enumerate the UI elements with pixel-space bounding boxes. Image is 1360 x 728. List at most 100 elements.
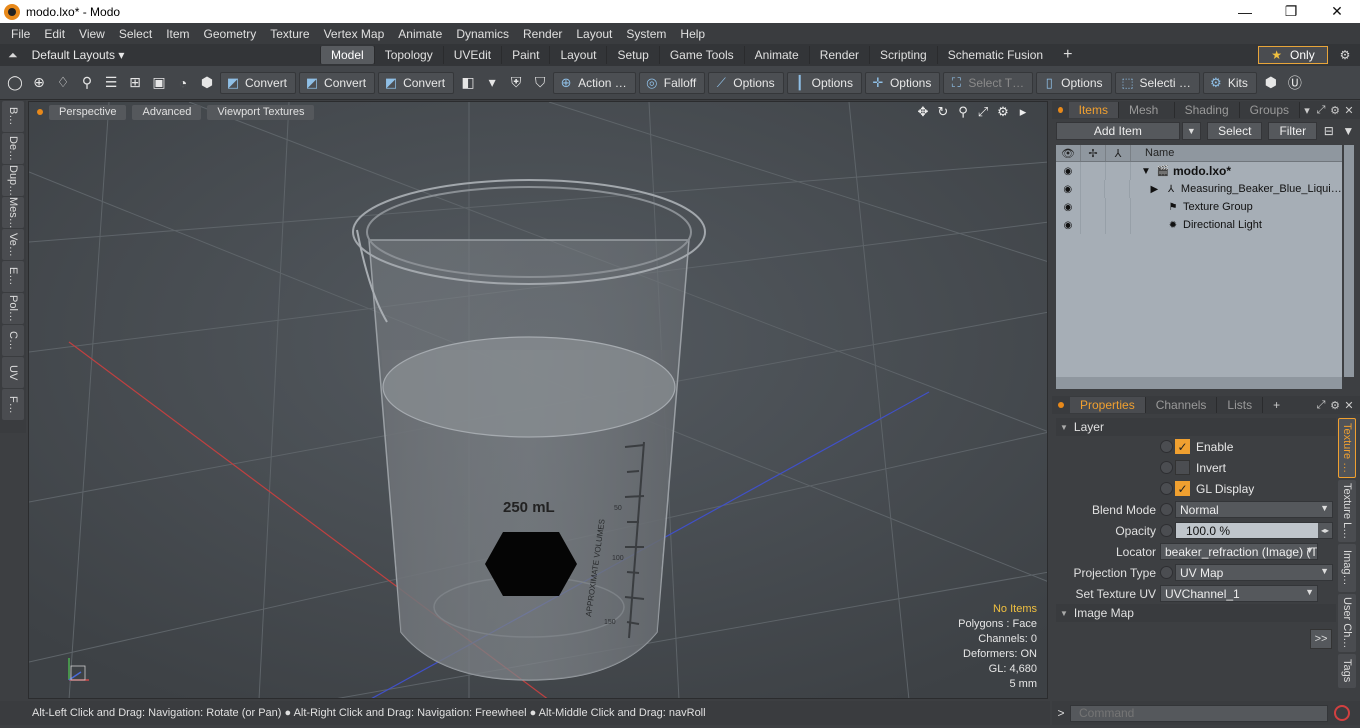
tab-schematic-fusion[interactable]: Schematic Fusion bbox=[936, 46, 1053, 64]
center-icon[interactable]: ⊞ bbox=[124, 72, 146, 94]
left-tab-polygon[interactable]: Pol… bbox=[2, 293, 24, 324]
gl-display-checkbox[interactable]: ✓ bbox=[1175, 481, 1190, 496]
action-button[interactable]: ⊕ Action … bbox=[553, 71, 636, 94]
items-panel-menu-dot[interactable] bbox=[1058, 107, 1063, 113]
gear-icon[interactable]: ⚙ bbox=[1334, 48, 1356, 62]
options-button-3[interactable]: ✛ Options bbox=[864, 71, 941, 94]
left-tab-fusion[interactable]: F… bbox=[2, 389, 24, 420]
tree-row-scene[interactable]: ◉ ▼ 🎬 modo.lxo* bbox=[1056, 162, 1342, 180]
menu-system[interactable]: System bbox=[619, 27, 673, 41]
add-tab-icon[interactable]: + bbox=[1063, 46, 1072, 64]
lock-column-icon[interactable]: ✢ bbox=[1081, 145, 1106, 161]
tab-items[interactable]: Items bbox=[1068, 102, 1119, 118]
options-button-4[interactable]: ▯ Options bbox=[1036, 71, 1112, 94]
side-tab-tags[interactable]: Tags bbox=[1338, 654, 1356, 688]
visibility-column-icon[interactable]: 👁 bbox=[1056, 145, 1081, 161]
left-tab-curve[interactable]: C… bbox=[2, 325, 24, 356]
record-icon[interactable] bbox=[1334, 705, 1350, 721]
side-tab-user-channels[interactable]: User Ch… bbox=[1338, 594, 1356, 652]
tab-groups[interactable]: Groups bbox=[1240, 102, 1300, 118]
dropdown-icon[interactable]: ▾ bbox=[481, 72, 503, 94]
panel-dropdown-icon[interactable]: ▾ bbox=[1300, 104, 1314, 117]
invert-knob[interactable] bbox=[1160, 461, 1173, 474]
menu-texture[interactable]: Texture bbox=[263, 27, 316, 41]
sphere-icon[interactable]: ◔ bbox=[172, 72, 194, 94]
tree-row-directional-light[interactable]: ◉ ✹ Directional Light bbox=[1056, 216, 1342, 234]
tab-game-tools[interactable]: Game Tools bbox=[658, 46, 744, 64]
menu-help[interactable]: Help bbox=[673, 27, 712, 41]
left-tab-deform[interactable]: De… bbox=[2, 133, 24, 164]
options-button-2[interactable]: ┃ Options bbox=[786, 71, 862, 94]
viewport-menu-dot[interactable] bbox=[37, 109, 43, 115]
tree-vertical-scrollbar[interactable] bbox=[1344, 145, 1354, 377]
tab-animate[interactable]: Animate bbox=[743, 46, 809, 64]
eye-icon[interactable]: ◉ bbox=[1056, 198, 1081, 216]
props-close-icon[interactable]: ✕ bbox=[1342, 399, 1356, 412]
select-button[interactable]: Select bbox=[1207, 122, 1263, 140]
unreal-icon[interactable]: Ⓤ bbox=[1284, 72, 1306, 94]
menu-geometry[interactable]: Geometry bbox=[197, 27, 264, 41]
item-mode-icon[interactable]: ⬢ bbox=[196, 72, 218, 94]
filter-button[interactable]: Filter bbox=[1268, 122, 1318, 140]
menu-item[interactable]: Item bbox=[159, 27, 196, 41]
side-tab-texture-layer[interactable]: Texture L… bbox=[1338, 480, 1356, 542]
menu-edit[interactable]: Edit bbox=[37, 27, 72, 41]
advanced-button[interactable]: Advanced bbox=[132, 104, 202, 120]
type-column-icon[interactable]: ⅄ bbox=[1106, 145, 1131, 161]
more-button[interactable]: >> bbox=[1310, 629, 1332, 649]
funnel-icon[interactable]: ▼ bbox=[1341, 124, 1356, 138]
viewport-gear-icon[interactable]: ⚙ bbox=[993, 104, 1013, 120]
viewport-textures-button[interactable]: Viewport Textures bbox=[207, 104, 315, 120]
shield-alt-icon[interactable]: ⛉ bbox=[529, 72, 551, 94]
menu-animate[interactable]: Animate bbox=[391, 27, 449, 41]
expand-arrow-icon[interactable]: ▼ bbox=[1139, 166, 1153, 177]
side-tab-texture[interactable]: Texture … bbox=[1338, 418, 1356, 478]
tab-mesh[interactable]: Mesh … bbox=[1119, 102, 1175, 133]
options-button-1[interactable]: ⟋ Options bbox=[708, 71, 784, 94]
props-gear-icon[interactable]: ⚙ bbox=[1328, 399, 1342, 412]
select-edges-icon[interactable]: ⊕ bbox=[28, 72, 50, 94]
tab-scripting[interactable]: Scripting bbox=[869, 46, 937, 64]
viewport-arrow-icon[interactable]: ▸ bbox=[1013, 104, 1033, 120]
kits-button[interactable]: ⚙ Kits bbox=[1202, 71, 1257, 94]
menu-file[interactable]: File bbox=[4, 27, 37, 41]
side-tab-image[interactable]: Imag… bbox=[1338, 544, 1356, 592]
panel-expand-icon[interactable]: ⤢ bbox=[1314, 104, 1328, 117]
panel-gear-icon[interactable]: ⚙ bbox=[1328, 104, 1342, 117]
eye-icon[interactable]: ◉ bbox=[1056, 216, 1081, 234]
tab-shading[interactable]: Shading bbox=[1175, 102, 1240, 118]
only-toggle[interactable]: ★ Only bbox=[1258, 46, 1328, 64]
tab-topology[interactable]: Topology bbox=[373, 46, 443, 64]
maximize-view-icon[interactable]: ⤢ bbox=[973, 104, 993, 120]
tab-channels[interactable]: Channels bbox=[1146, 397, 1218, 413]
tree-horizontal-scrollbar[interactable] bbox=[1056, 377, 1342, 389]
tab-setup[interactable]: Setup bbox=[606, 46, 658, 64]
convert-button-2[interactable]: ◩ Convert bbox=[299, 71, 376, 94]
collapse-arrow-icon[interactable]: ▶ bbox=[1147, 184, 1161, 195]
zoom-view-icon[interactable]: ⚲ bbox=[953, 104, 973, 120]
menu-layout[interactable]: Layout bbox=[569, 27, 619, 41]
beaker-model[interactable]: 50 100 150 250 mL APPROXIMATE VOLUMES bbox=[352, 179, 706, 681]
spinner-icon[interactable]: ◂▸ bbox=[1318, 523, 1332, 538]
left-tab-mesh-edit[interactable]: Mes… bbox=[2, 197, 24, 228]
minimize-button[interactable]: — bbox=[1222, 0, 1268, 23]
enable-knob[interactable] bbox=[1160, 440, 1173, 453]
falloff-button[interactable]: ◎ Falloff bbox=[638, 71, 706, 94]
add-item-button[interactable]: Add Item bbox=[1056, 122, 1180, 140]
pen-icon[interactable]: ♢ bbox=[52, 72, 74, 94]
tree-row-texture-group[interactable]: ◉ ⚑ Texture Group bbox=[1056, 198, 1342, 216]
blend-mode-knob[interactable] bbox=[1160, 503, 1173, 516]
image-map-section[interactable]: ▼ Image Map bbox=[1056, 604, 1336, 622]
tree-row-mesh[interactable]: ◉ ▶ ⅄ Measuring_Beaker_Blue_Liqui … bbox=[1056, 180, 1342, 198]
menu-dynamics[interactable]: Dynamics bbox=[449, 27, 516, 41]
convert-button-3[interactable]: ◩ Convert bbox=[378, 71, 455, 94]
eye-icon[interactable]: ◉ bbox=[1056, 162, 1081, 180]
stack-icon[interactable]: ☰ bbox=[100, 72, 122, 94]
opacity-knob[interactable] bbox=[1160, 524, 1173, 537]
left-tab-duplicate[interactable]: Dup… bbox=[2, 165, 24, 196]
collapse-icon[interactable]: ⏶ bbox=[8, 48, 18, 63]
close-button[interactable]: ✕ bbox=[1314, 0, 1360, 23]
material-icon[interactable]: ◧ bbox=[457, 72, 479, 94]
maximize-button[interactable]: ❐ bbox=[1268, 0, 1314, 23]
locator-select[interactable]: beaker_refraction (Image) (T… ▼ bbox=[1160, 543, 1318, 560]
